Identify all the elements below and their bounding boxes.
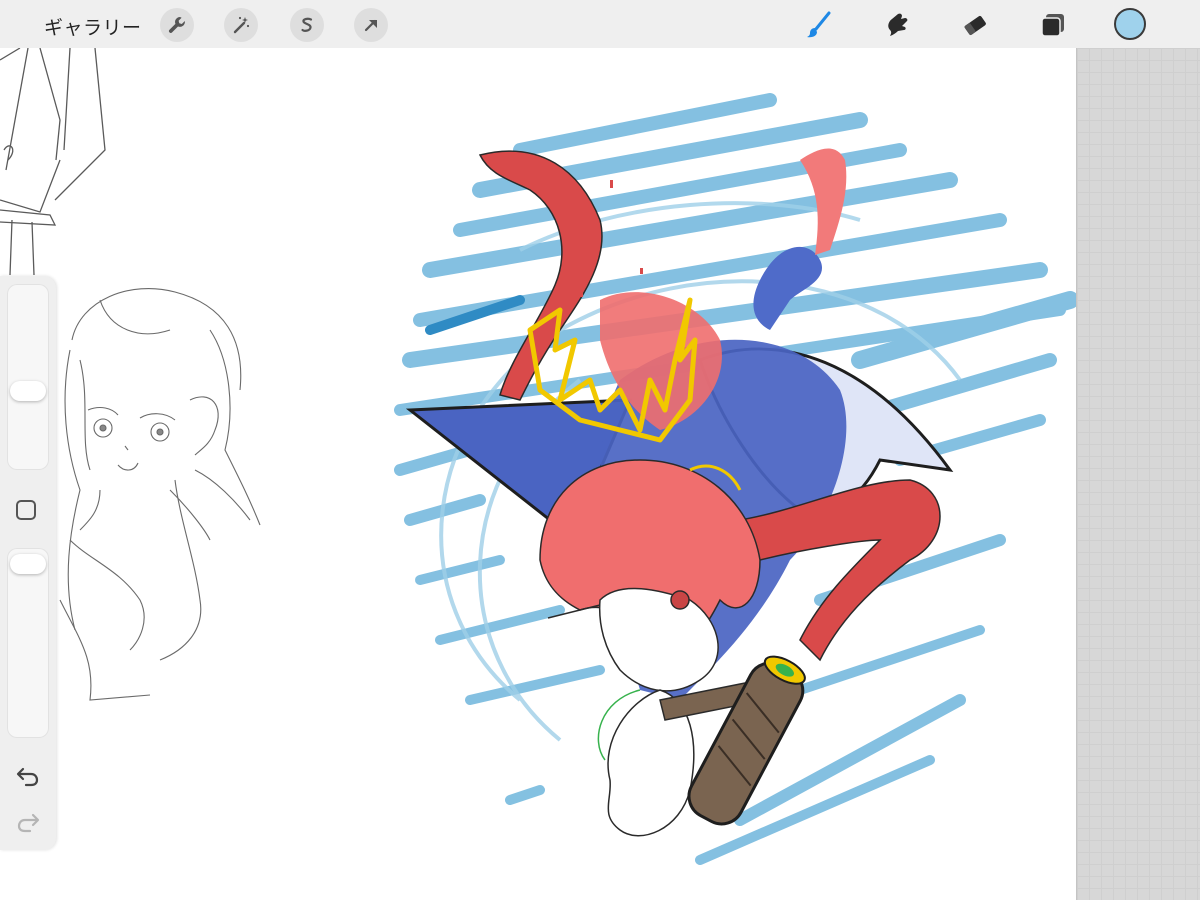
opacity-thumb[interactable] bbox=[10, 554, 46, 574]
eye bbox=[670, 590, 690, 610]
pencil-sketch-suit bbox=[0, 48, 106, 276]
eraser-icon[interactable] bbox=[958, 8, 992, 42]
smudge-icon[interactable] bbox=[880, 8, 914, 42]
brush-size-thumb[interactable] bbox=[10, 381, 46, 401]
square-icon[interactable] bbox=[16, 500, 36, 520]
wrench-icon[interactable] bbox=[160, 8, 194, 42]
layers-icon[interactable] bbox=[1036, 8, 1070, 42]
redo-icon[interactable] bbox=[15, 810, 41, 834]
magic-wand-icon[interactable] bbox=[224, 8, 258, 42]
canvas-outside-grid bbox=[1076, 48, 1200, 900]
pencil-sketch-girl bbox=[59, 288, 261, 701]
brush-size-slider[interactable] bbox=[7, 284, 49, 470]
brush-icon[interactable] bbox=[802, 8, 836, 42]
transform-arrow-icon[interactable] bbox=[354, 8, 388, 42]
color-picker-button[interactable] bbox=[1114, 8, 1146, 40]
gallery-button[interactable]: ギャラリー bbox=[44, 13, 142, 40]
undo-icon[interactable] bbox=[15, 764, 41, 788]
side-bar bbox=[0, 276, 56, 850]
selection-icon[interactable] bbox=[290, 8, 324, 42]
drawing-canvas[interactable] bbox=[0, 48, 1076, 900]
artwork bbox=[0, 48, 1076, 865]
opacity-slider[interactable] bbox=[7, 548, 49, 738]
top-toolbar: ギャラリー bbox=[0, 0, 1200, 49]
